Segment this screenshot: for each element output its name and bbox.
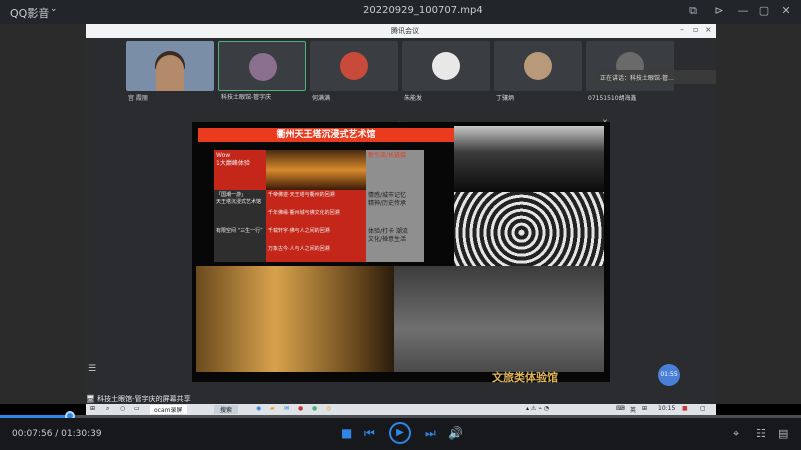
clock[interactable]: 10:15 [658,405,675,412]
participant-name: 科技土眼馆-管字庆 [221,94,272,101]
row1-left: 「国潮一游」 天王塔沉浸式艺术馆 [214,190,266,208]
side-cell-2: 情感/城市记忆 精神/历史传承 [366,190,424,226]
search-icon[interactable]: ⌕ [106,405,109,413]
wow-cell: Wow 1大巅峰体验 [214,150,266,190]
side-cell-3: 体验/打卡 潮流 文化/禅意生活 [366,226,424,262]
lang-indicator[interactable]: 英 [630,405,636,414]
presentation-slide: 衢州天王塔沉浸式艺术馆 Wow 1大巅峰体验 「国潮一游」 天王塔沉浸式艺术馆 … [192,122,610,384]
screenshot-tool-icon[interactable]: ⌖ [733,427,739,441]
taskbar-app-ocam-label: ocam录屏 [154,407,183,414]
speaking-indicator: 正在讲话：科技土眼馆-管... [596,70,716,84]
meeting-maximize-icon[interactable]: ▫ [693,25,698,34]
participant-name: 何满满 [312,95,331,102]
meeting-titlebar: 腾讯会议 – ▫ × [86,24,716,38]
close-icon[interactable]: ✕ [779,4,793,18]
folder-icon[interactable]: ▰ [270,405,275,412]
slide-title: 衢州天王塔沉浸式艺术馆 [198,128,454,142]
stop-icon[interactable]: ■ [341,426,352,440]
avatar [249,53,277,81]
slide-photo-night [266,150,366,190]
desktop-left-area [0,24,86,404]
participant-name: 朱能发 [404,95,423,102]
pin-icon[interactable]: ⊳ [712,4,726,18]
row2-left [214,208,266,226]
participant-name: 宫 霞丽 [128,95,148,102]
volume-icon[interactable]: 🔊 [448,426,463,440]
share-timer-badge[interactable]: 01:55 [658,364,680,386]
play-icon: ▶ [396,427,404,438]
participant-tile[interactable]: 何满满 [310,41,398,102]
participant-tile[interactable]: 丁骧炳 [494,41,582,102]
keyboard-icon[interactable]: ⌨ [616,405,625,412]
minimize-icon[interactable]: — [736,4,750,18]
screen-share-area: ••• ✕ 衢州天王塔沉浸式艺术馆 Wow 1大巅峰体验 「国潮一游」 天王塔沉… [86,118,716,404]
avatar [524,52,552,80]
slide-photo-vortex [454,192,604,266]
avatar [432,52,460,80]
avatar [340,52,368,80]
play-button[interactable]: ▶ [389,422,411,444]
participant-tile[interactable]: 宫 霞丽 [126,41,214,102]
taskbar-app[interactable]: 搜索 [214,405,239,414]
slide-photo-hall [196,266,394,372]
time-display: 00:07:56 / 01:30:39 [12,429,102,439]
settings-icon[interactable]: ☷ [756,427,766,440]
meeting-window: 腾讯会议 – ▫ × 宫 霞丽 科技土眼馆-管字庆 何满满 朱能发 丁骧炳 07… [86,24,716,404]
wechat-icon[interactable]: ● [312,405,317,412]
slide-photo-corridor [454,126,604,192]
chrome-icon[interactable]: ◎ [326,405,331,412]
window-icon[interactable]: ▭ [134,405,140,412]
participant-strip: 宫 霞丽 科技土眼馆-管字庆 何满满 朱能发 丁骧炳 07151510胡海鑫 正… [86,38,716,118]
maximize-icon[interactable]: ▢ [757,4,771,18]
row1-right: 千帝佛迹·天王塔与衢州的回溯 [266,190,366,208]
task-view-icon[interactable]: ○ [120,405,125,412]
slide-table: Wow 1大巅峰体验 「国潮一游」 天王塔沉浸式艺术馆 千帝佛迹·天王塔与衢州的… [214,150,424,262]
list-menu-icon[interactable]: ☰ [88,364,100,374]
app-name[interactable]: QQ影音 [10,5,49,21]
meeting-minimize-icon[interactable]: – [680,25,684,34]
participant-tile[interactable]: 朱能发 [402,41,490,102]
previous-icon[interactable]: ⏮ [364,426,375,441]
slide-photo-exhibit [394,266,604,372]
participant-tile[interactable]: 科技土眼馆-管字庆 [218,41,306,101]
windows-start-icon[interactable]: ⊞ [90,405,95,412]
slide-caption: 文旅类体验馆 [492,371,558,384]
row4-right: 万象古今·人与人之间的回溯 [266,244,366,262]
mail-icon[interactable]: ✉ [284,405,289,412]
chevron-down-icon[interactable]: ⌄ [50,4,58,14]
player-titlebar: QQ影音 ⌄ 20220929_100707.mp4 ⧉ ⊳ — ▢ ✕ [0,0,801,24]
monitor-icon: 🖥 [86,395,95,403]
row2-right: 千年佛缘·衢州城与佛文化的回溯 [266,208,366,226]
video-filename: 20220929_100707.mp4 [363,5,483,16]
screenshot-icon[interactable]: ⧉ [686,4,700,18]
meeting-close-icon[interactable]: × [705,25,712,34]
tray-icons[interactable]: ▴ ⚠ ⌁ ◔ [526,405,549,412]
player-controlbar: 00:07:56 / 01:30:39 ■ ⏮ ▶ ⏭ 🔊 ⌖ ☷ ▤ [0,418,801,450]
side-cell-1: 新引流/长链接 [366,150,424,190]
row3-right: 千载轩宇·佛与人之间的回溯 [266,226,366,244]
playlist-icon[interactable]: ▤ [778,427,788,440]
screen-share-label: 🖥 科技土眼馆-管宇庆的屏幕共享 [86,394,191,404]
app-icon[interactable]: ● [298,405,303,412]
meeting-title: 腾讯会议 [391,27,419,35]
edge-icon[interactable]: ◉ [256,405,261,412]
tray-grid-icon[interactable]: ⊞ [642,405,647,412]
screen-share-label-text: 科技土眼馆-管宇庆的屏幕共享 [97,395,191,403]
participant-video-person [156,55,184,91]
notification-icon[interactable]: ■ [682,405,688,412]
taskbar-app-ocam[interactable]: ocam录屏 [150,405,187,414]
participant-name: 丁骧炳 [496,95,515,102]
row3-left: 有限空间 “三生一行” [214,226,266,262]
next-icon[interactable]: ⏭ [425,426,436,441]
desktop-right-area: ➤ [699,24,801,404]
participant-name: 07151510胡海鑫 [588,95,637,102]
action-center-icon[interactable]: ▢ [700,405,706,412]
